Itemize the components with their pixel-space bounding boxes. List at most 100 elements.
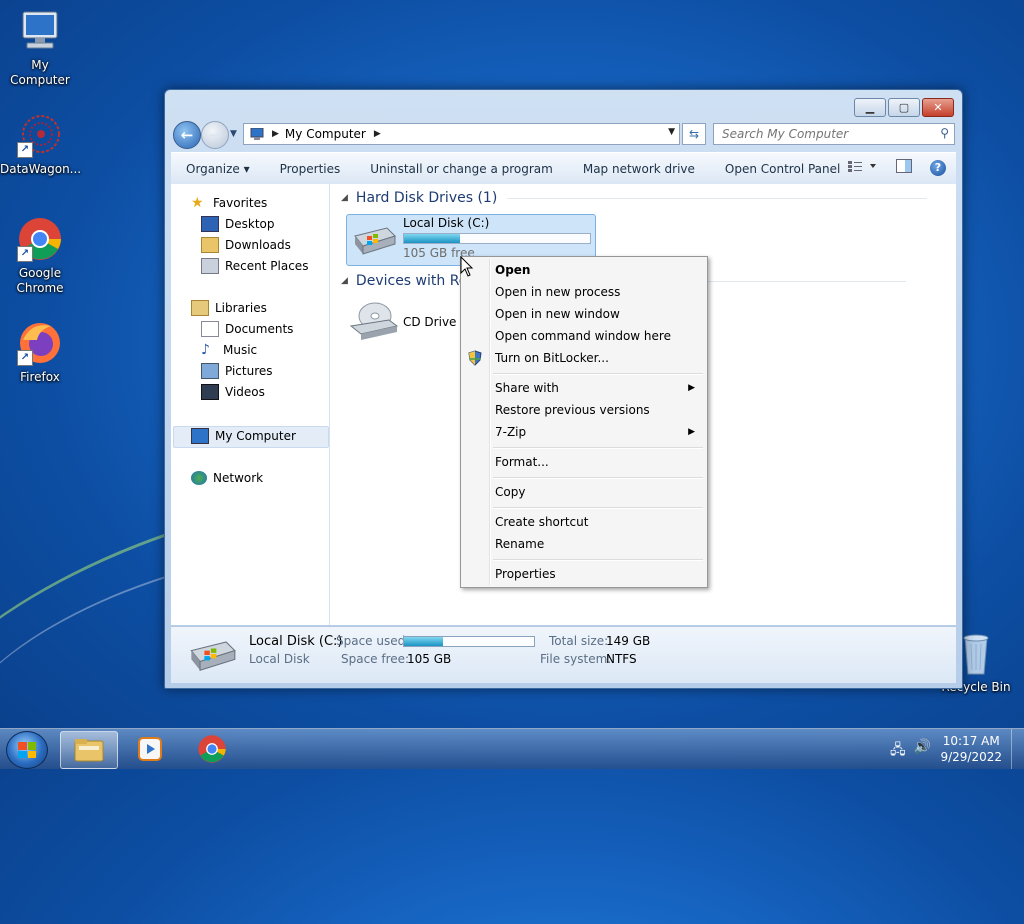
close-icon: ✕ bbox=[933, 101, 943, 114]
nav-network[interactable]: Network bbox=[191, 469, 263, 487]
address-dropdown-icon[interactable]: ▼ bbox=[668, 127, 675, 137]
change-view-button[interactable] bbox=[848, 160, 878, 175]
menu-item-format[interactable]: Format... bbox=[495, 452, 701, 472]
menu-separator bbox=[493, 507, 703, 509]
nav-recent-places[interactable]: Recent Places bbox=[201, 257, 308, 275]
nav-label: Recent Places bbox=[225, 259, 309, 273]
drive-usage-fill bbox=[404, 234, 460, 243]
menu-item-restore-previous-versions[interactable]: Restore previous versions bbox=[495, 400, 701, 420]
close-button[interactable]: ✕ bbox=[922, 98, 954, 117]
nav-videos[interactable]: Videos bbox=[201, 383, 265, 401]
refresh-icon: ⇆ bbox=[688, 127, 700, 141]
group-header-hard-disk[interactable]: ◢ Hard Disk Drives (1) bbox=[341, 188, 928, 208]
menu-item-label: 7-Zip bbox=[495, 425, 527, 439]
forward-arrow-icon: → bbox=[208, 126, 222, 144]
back-button[interactable]: ← bbox=[173, 121, 201, 149]
minimize-button[interactable]: ▁ bbox=[854, 98, 886, 117]
file-system-label: File system: bbox=[540, 652, 612, 666]
nav-label: Libraries bbox=[215, 301, 267, 315]
breadcrumb-separator-icon[interactable]: ▶ bbox=[374, 129, 381, 139]
space-free-value: 105 GB bbox=[407, 652, 452, 666]
menu-item-create-shortcut[interactable]: Create shortcut bbox=[495, 512, 701, 532]
preview-pane-button[interactable] bbox=[896, 159, 912, 176]
desktop-icon-firefox[interactable]: ↗ Firefox bbox=[0, 320, 80, 385]
nav-music[interactable]: ♪ Music bbox=[201, 341, 257, 359]
group-title: Devices with Ren bbox=[355, 273, 477, 289]
menu-item-turn-on-bitlocker[interactable]: Turn on BitLocker... bbox=[495, 348, 701, 368]
start-button[interactable] bbox=[6, 731, 48, 769]
open-control-panel-button[interactable]: Open Control Panel bbox=[710, 162, 855, 176]
hard-drive-icon bbox=[354, 227, 396, 255]
collapse-triangle-icon[interactable]: ◢ bbox=[341, 276, 348, 286]
desktop-icon-chrome[interactable]: ↗ Google Chrome bbox=[0, 216, 80, 296]
taskbar-chrome-button[interactable] bbox=[184, 731, 240, 767]
properties-button[interactable]: Properties bbox=[265, 162, 356, 176]
menu-item-open-command-window[interactable]: Open command window here bbox=[495, 326, 701, 346]
search-icon[interactable]: ⚲ bbox=[940, 126, 949, 140]
cd-drive-icon[interactable] bbox=[349, 300, 399, 340]
uninstall-program-button[interactable]: Uninstall or change a program bbox=[355, 162, 568, 176]
forward-button[interactable]: → bbox=[201, 121, 229, 149]
organize-button[interactable]: Organize ▾ bbox=[171, 162, 265, 176]
menu-item-copy[interactable]: Copy bbox=[495, 482, 701, 502]
recent-pages-dropdown[interactable]: ▼ bbox=[230, 129, 237, 139]
nav-desktop[interactable]: Desktop bbox=[201, 215, 275, 233]
menu-gutter bbox=[489, 259, 491, 585]
datawagon-icon: ↗ bbox=[17, 112, 63, 158]
desktop-icon-label: Firefox bbox=[20, 370, 60, 384]
help-button[interactable]: ? bbox=[930, 159, 946, 176]
uac-shield-icon bbox=[468, 350, 482, 366]
clock[interactable]: 10:17 AM 9/29/2022 bbox=[940, 733, 1002, 765]
collapse-triangle-icon[interactable]: ◢ bbox=[341, 193, 348, 203]
menu-item-open-new-process[interactable]: Open in new process bbox=[495, 282, 701, 302]
nav-pictures[interactable]: Pictures bbox=[201, 362, 273, 380]
address-bar[interactable]: ▶ My Computer ▶ ▼ bbox=[243, 123, 680, 145]
file-system-value: NTFS bbox=[606, 652, 637, 666]
refresh-button[interactable]: ⇆ bbox=[682, 123, 706, 145]
menu-separator bbox=[493, 559, 703, 561]
menu-item-open[interactable]: Open bbox=[495, 260, 701, 280]
menu-separator bbox=[493, 373, 703, 375]
map-network-drive-button[interactable]: Map network drive bbox=[568, 162, 710, 176]
documents-icon bbox=[201, 321, 219, 337]
group-title: Hard Disk Drives (1) bbox=[355, 190, 498, 206]
menu-separator bbox=[493, 477, 703, 479]
total-size-value: 149 GB bbox=[606, 634, 651, 648]
taskbar-explorer-button[interactable] bbox=[60, 731, 118, 769]
show-desktop-button[interactable] bbox=[1011, 729, 1024, 769]
menu-item-7zip[interactable]: 7-Zip ▶ bbox=[495, 422, 701, 442]
clock-time: 10:17 AM bbox=[942, 734, 1000, 748]
drive-usage-bar bbox=[403, 233, 591, 244]
nav-label: My Computer bbox=[215, 429, 296, 443]
desktop-icon-my-computer[interactable]: My Computer bbox=[0, 8, 80, 88]
nav-downloads[interactable]: Downloads bbox=[201, 236, 291, 254]
taskbar-media-player-button[interactable] bbox=[122, 731, 178, 767]
nav-label: Videos bbox=[225, 385, 265, 399]
network-tray-icon[interactable]: 🖧 bbox=[890, 739, 906, 763]
nav-documents[interactable]: Documents bbox=[201, 320, 293, 338]
details-usage-bar bbox=[403, 636, 535, 647]
pictures-icon bbox=[201, 363, 219, 379]
maximize-button[interactable]: ▢ bbox=[888, 98, 920, 117]
view-controls: ? bbox=[848, 159, 946, 176]
menu-item-rename[interactable]: Rename bbox=[495, 534, 701, 554]
nav-favorites[interactable]: ★ Favorites bbox=[191, 194, 267, 212]
search-input[interactable] bbox=[720, 124, 924, 144]
group-divider bbox=[507, 197, 928, 199]
menu-item-properties[interactable]: Properties bbox=[495, 564, 701, 584]
mouse-cursor-icon bbox=[460, 256, 474, 277]
music-icon: ♪ bbox=[201, 342, 210, 358]
menu-item-label: Share with bbox=[495, 381, 559, 395]
nav-label: Pictures bbox=[225, 364, 273, 378]
space-free-label: Space free: bbox=[341, 652, 410, 666]
menu-item-open-new-window[interactable]: Open in new window bbox=[495, 304, 701, 324]
menu-item-share-with[interactable]: Share with ▶ bbox=[495, 378, 701, 398]
nav-libraries[interactable]: Libraries bbox=[191, 299, 267, 317]
nav-my-computer[interactable]: My Computer bbox=[191, 427, 296, 445]
breadcrumb-separator-icon[interactable]: ▶ bbox=[272, 129, 279, 139]
breadcrumb-my-computer[interactable]: My Computer bbox=[285, 127, 366, 141]
volume-icon[interactable]: 🔊 bbox=[914, 739, 931, 763]
back-arrow-icon: ← bbox=[180, 126, 194, 144]
desktop-icon-datawagon[interactable]: ↗ DataWagon... bbox=[0, 112, 81, 177]
desktop-icon-label: Google Chrome bbox=[16, 266, 64, 295]
